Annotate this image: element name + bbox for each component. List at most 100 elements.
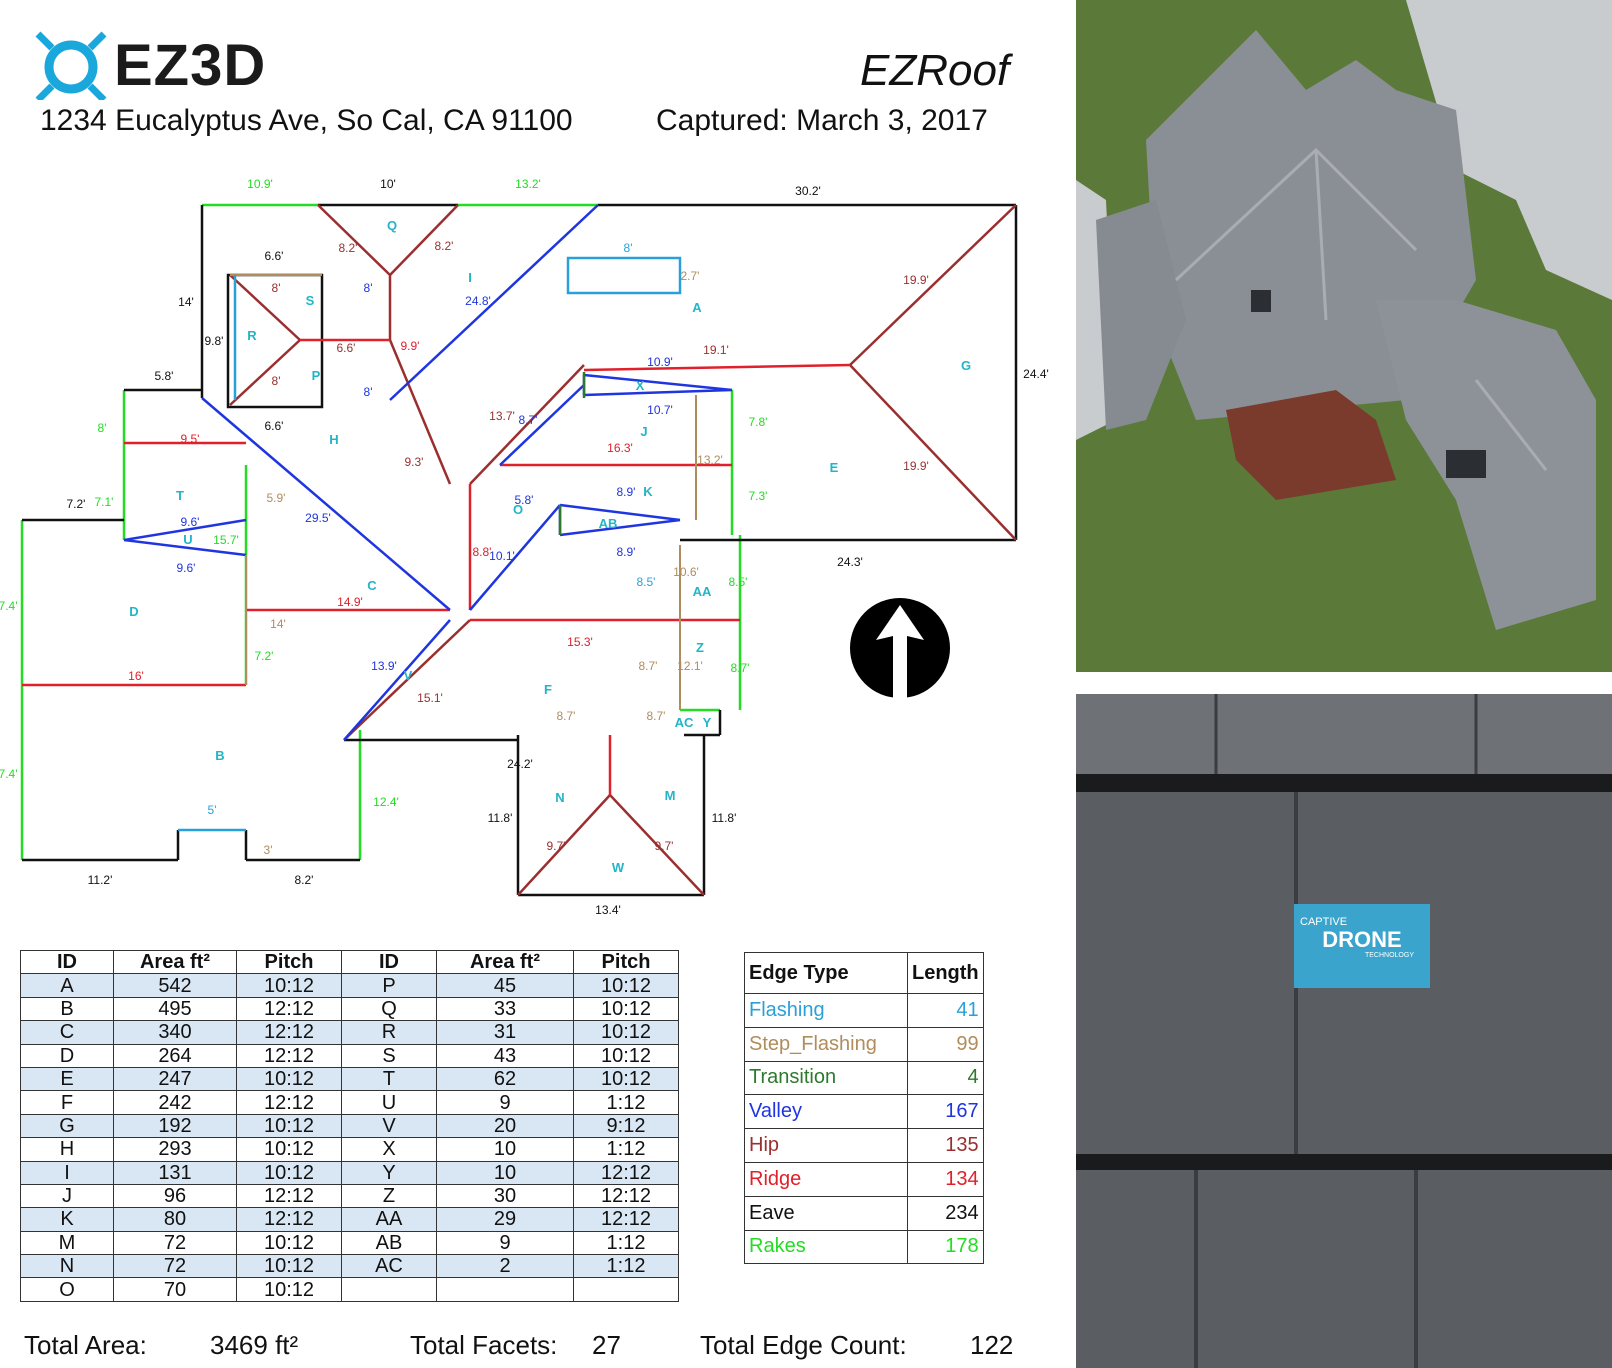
roof-diagram: A B C D E F G H I J K M N O P Q R S T U … — [0, 177, 1049, 917]
facet-label: V — [404, 668, 413, 683]
table-cell: B — [20, 996, 114, 1022]
facet-row: E 247 10:12 T 62 10:12 — [20, 1066, 679, 1092]
dim-label: 29.5' — [305, 511, 331, 525]
dim-label: 8.9' — [617, 485, 636, 499]
table-cell: U — [341, 1090, 437, 1115]
dim-label: 7.4' — [0, 767, 17, 781]
dim-label: 8.2' — [435, 239, 454, 253]
dim-label: 7.4' — [0, 599, 17, 613]
aerial-photo — [1076, 0, 1612, 672]
table-cell: O — [20, 1277, 114, 1302]
ez3d-logo: EZ3D — [34, 30, 266, 100]
column-header: Length — [907, 952, 984, 994]
facet-label: AC — [675, 715, 694, 730]
table-cell: I — [20, 1160, 114, 1185]
dim-label: 30.2' — [795, 184, 821, 198]
dim-label: 16.3' — [607, 441, 633, 455]
total-area-value: 3469 ft² — [210, 1330, 299, 1360]
table-cell: 10:12 — [236, 1230, 342, 1256]
table-cell: 12:12 — [236, 1020, 342, 1045]
table-cell: 542 — [113, 973, 237, 998]
ez3d-logo-icon — [35, 31, 107, 100]
table-cell: V — [341, 1113, 437, 1139]
table-cell — [436, 1277, 574, 1302]
facet-label: K — [643, 484, 653, 499]
total-facets-value: 27 — [592, 1330, 621, 1360]
facet-label: Y — [703, 715, 712, 730]
dim-label: 10.7' — [647, 403, 673, 417]
dim-label: 9.6' — [181, 515, 200, 529]
dim-label: 9.6' — [177, 561, 196, 575]
table-cell: 80 — [113, 1207, 237, 1232]
logo-text: EZ3D — [114, 32, 267, 98]
dim-label: 24.4' — [1023, 367, 1049, 381]
facet-label: E — [830, 460, 839, 475]
facet-label: P — [312, 368, 321, 383]
edge-row: Rakes 178 — [744, 1229, 984, 1265]
eave-edges — [22, 203, 1018, 897]
table-cell: 340 — [113, 1020, 237, 1045]
table-cell: F — [20, 1090, 114, 1115]
table-cell: 10:12 — [573, 1020, 679, 1045]
facet-label: H — [329, 432, 338, 447]
facet-label: Z — [696, 640, 704, 655]
dim-label: 5.8' — [515, 493, 534, 507]
edge-type-cell: Valley — [744, 1094, 908, 1130]
dim-label: 10.9' — [647, 355, 673, 369]
column-header: Edge Type — [744, 952, 908, 994]
table-cell: Z — [341, 1183, 437, 1209]
table-cell: E — [20, 1066, 114, 1092]
dim-label: 8' — [272, 281, 281, 295]
facet-label: F — [544, 682, 552, 697]
dim-label: 13.9' — [371, 659, 397, 673]
edge-type-cell: Step_Flashing — [744, 1026, 908, 1062]
table-cell — [341, 1277, 437, 1302]
edge-length-cell: 134 — [907, 1161, 984, 1197]
dim-label: 8.7' — [639, 659, 658, 673]
table-cell: 247 — [113, 1066, 237, 1092]
dim-label: 9.7' — [655, 839, 674, 853]
dim-label: 19.1' — [703, 343, 729, 357]
captive-drone-badge: CAPTIVE DRONE TECHNOLOGY — [1294, 904, 1430, 988]
table-cell: N — [20, 1254, 114, 1279]
table-cell: K — [20, 1207, 114, 1232]
edge-length-cell: 99 — [907, 1026, 984, 1062]
column-header: Area ft² — [436, 949, 574, 975]
dim-label: 12.4' — [373, 795, 399, 809]
dim-label: 24.8' — [465, 294, 491, 308]
table-cell: 45 — [436, 973, 574, 998]
table-cell: 10:12 — [236, 1160, 342, 1185]
facets-table: ID Area ft² Pitch ID Area ft² Pitch A 542… — [20, 949, 679, 1302]
dim-label: 10' — [380, 177, 396, 191]
facet-label: I — [468, 270, 472, 285]
edge-length-cell: 178 — [907, 1229, 984, 1265]
facet-labels: A B C D E F G H I J K M N O P Q R S T U … — [129, 218, 971, 875]
table-cell: H — [20, 1137, 114, 1162]
table-cell: 12:12 — [236, 1090, 342, 1115]
facet-label: Q — [387, 218, 397, 233]
table-cell: 12:12 — [236, 1183, 342, 1209]
dim-label: 8' — [364, 385, 373, 399]
table-cell: 72 — [113, 1230, 237, 1256]
dim-label: 14.9' — [337, 595, 363, 609]
facet-label: C — [367, 578, 377, 593]
table-cell: J — [20, 1183, 114, 1209]
facet-row: I 131 10:12 Y 10 12:12 — [20, 1160, 679, 1185]
dim-label: 8.2' — [295, 873, 314, 887]
dim-label: 11.2' — [88, 873, 113, 887]
table-cell: 1:12 — [573, 1090, 679, 1115]
edge-type-cell: Hip — [744, 1128, 908, 1163]
table-cell: Q — [341, 996, 437, 1022]
table-cell: 12:12 — [573, 1160, 679, 1185]
column-header: Area ft² — [113, 949, 237, 975]
table-cell: 10:12 — [236, 973, 342, 998]
ridge-edges — [22, 338, 851, 795]
table-cell: 30 — [436, 1183, 574, 1209]
edge-row: Transition 4 — [744, 1060, 984, 1096]
edge-length-cell: 234 — [907, 1195, 984, 1231]
facet-row: H 293 10:12 X 10 1:12 — [20, 1137, 679, 1162]
table-cell: P — [341, 973, 437, 998]
table-cell: 1:12 — [573, 1230, 679, 1256]
dim-label: 15.1' — [417, 691, 443, 705]
dim-label: 9.7' — [547, 839, 566, 853]
